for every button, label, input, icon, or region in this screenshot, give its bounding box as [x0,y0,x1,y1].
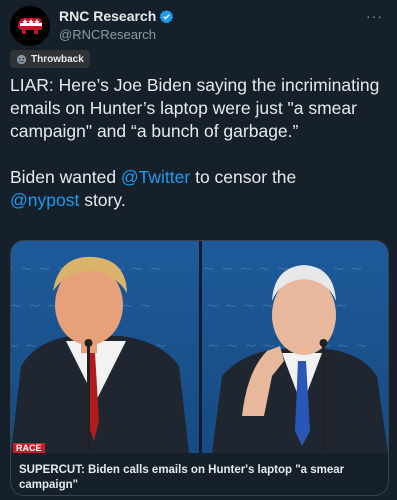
tweet-text-line1: LIAR: Here’s Joe Biden saying the incrim… [10,75,385,141]
left-speaker-panel: ~ ~ ~ ~ ~ ~ ~ ~ ~ ~ ~ ~ ~ ~ ~ ~ ~ ~ ~ ~ … [11,241,199,453]
verified-badge-icon [159,9,174,23]
author-name[interactable]: RNC Research [59,8,156,24]
tweet-text-line2a: Biden wanted [10,167,121,187]
speaker-right-figure [212,265,388,453]
elephant-logo-icon [18,18,42,34]
video-thumbnail[interactable]: ~ ~ ~ ~ ~ ~ ~ ~ ~ ~ ~ ~ ~ ~ ~ ~ ~ ~ ~ ~ … [11,241,388,453]
throwback-badge: Throwback [10,50,90,68]
more-icon[interactable]: ··· [366,8,383,24]
tweet-text: LIAR: Here’s Joe Biden saying the incrim… [10,74,390,212]
tweet-header: RNC Research @RNCResearch ··· [10,6,387,46]
tweet-text-line2c: story. [79,190,126,210]
race-tag: RACE [13,443,45,453]
avatar[interactable] [10,6,50,46]
author-name-row: RNC Research [59,8,174,24]
speaker-left-figure [11,256,189,453]
throwback-label: Throwback [31,53,84,65]
throwback-emoji-icon [16,54,27,64]
right-speaker-panel: ~ ~ ~ ~ ~ ~ ~ ~ ~ ~ ~ ~ ~ ~ ~ ~ ~ ~ ~ ~ … [202,241,388,453]
mention-nypost[interactable]: @nypost [10,190,79,210]
link-card[interactable]: ~ ~ ~ ~ ~ ~ ~ ~ ~ ~ ~ ~ ~ ~ ~ ~ ~ ~ ~ ~ … [10,240,389,496]
card-caption[interactable]: SUPERCUT: Biden calls emails on Hunter's… [19,463,379,493]
tweet-text-line2b: to censor the [190,167,297,187]
mention-twitter[interactable]: @Twitter [121,167,190,187]
author-handle[interactable]: @RNCResearch [59,27,156,42]
